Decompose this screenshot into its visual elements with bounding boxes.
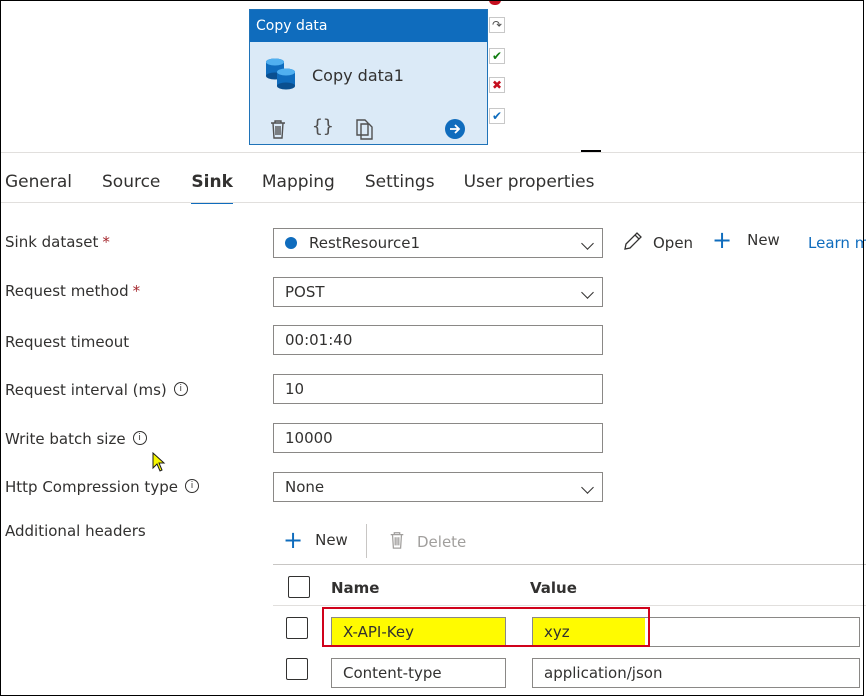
sink-dataset-select[interactable]: RestResource1 — [273, 228, 603, 258]
delete-icon — [388, 530, 406, 554]
table-header-divider — [273, 605, 866, 606]
mouse-cursor-icon — [152, 451, 166, 476]
add-header-button[interactable]: + New — [283, 526, 348, 554]
sink-dataset-label: Sink dataset * — [5, 233, 110, 251]
required-mark: * — [132, 282, 141, 300]
write-batch-size-input[interactable]: 10000 — [273, 423, 603, 453]
select-all-checkbox[interactable] — [288, 576, 310, 598]
header-name-input[interactable]: Content-type — [331, 658, 506, 688]
required-mark: * — [102, 233, 110, 251]
failure-x-icon[interactable]: ✖ — [489, 77, 505, 93]
learn-more-link[interactable]: Learn m — [808, 234, 866, 252]
request-timeout-input[interactable]: 00:01:40 — [273, 325, 603, 355]
toolbar-divider — [366, 524, 367, 558]
row-checkbox[interactable] — [286, 617, 308, 639]
dataset-icon — [285, 237, 297, 249]
new-dataset-button[interactable]: + New — [712, 226, 780, 254]
chevron-down-icon — [581, 481, 594, 494]
row-checkbox[interactable] — [286, 658, 308, 680]
copy-data-icon — [264, 56, 298, 94]
http-compression-select[interactable]: None — [273, 472, 603, 502]
activity-type-label: Copy data — [250, 10, 487, 42]
column-header-name: Name — [331, 579, 380, 597]
tab-settings[interactable]: Settings — [365, 160, 435, 202]
code-braces-icon[interactable]: {} — [312, 116, 334, 137]
pencil-icon — [622, 230, 644, 256]
write-batch-size-label: Write batch size i — [5, 430, 147, 448]
go-arrow-icon[interactable] — [445, 119, 465, 143]
chevron-down-icon — [581, 286, 594, 299]
request-timeout-label: Request timeout — [5, 333, 130, 351]
tab-user-properties[interactable]: User properties — [464, 160, 595, 202]
info-icon[interactable]: i — [184, 479, 199, 493]
success-check-icon[interactable]: ✔ — [489, 48, 505, 64]
tabs-divider — [0, 202, 866, 203]
properties-tabs: General Source Sink Mapping Settings Use… — [0, 160, 595, 204]
delete-header-button[interactable]: Delete — [388, 530, 466, 554]
completion-check-icon[interactable]: ✔ — [489, 108, 505, 124]
request-interval-input[interactable]: 10 — [273, 374, 603, 404]
tab-general[interactable]: General — [5, 160, 72, 202]
copy-activity-card[interactable]: Copy data Copy data1 {} — [249, 9, 488, 145]
plus-icon: + — [283, 526, 304, 554]
info-icon[interactable]: i — [173, 382, 188, 396]
info-icon[interactable]: i — [132, 431, 147, 445]
http-compression-label: Http Compression type i — [5, 478, 199, 496]
open-dataset-button[interactable]: Open — [622, 230, 693, 256]
request-interval-label: Request interval (ms) i — [5, 381, 188, 399]
delete-icon[interactable] — [268, 118, 288, 144]
chevron-down-icon — [581, 237, 594, 250]
request-method-label: Request method * — [5, 282, 141, 300]
tab-source[interactable]: Source — [102, 160, 160, 202]
activity-name: Copy data1 — [312, 65, 404, 85]
skip-icon[interactable]: ↷ — [489, 17, 505, 33]
table-top-border — [273, 564, 866, 565]
annotation-highlight-box — [322, 607, 650, 647]
request-method-select[interactable]: POST — [273, 277, 603, 307]
plus-icon: + — [712, 226, 733, 254]
tabs-top-divider — [0, 152, 866, 153]
copy-icon[interactable] — [354, 118, 374, 144]
column-header-value: Value — [530, 579, 577, 597]
header-value-input[interactable]: application/json — [532, 658, 860, 688]
error-indicator — [489, 0, 501, 5]
tab-sink[interactable]: Sink — [191, 160, 234, 204]
additional-headers-label: Additional headers — [5, 522, 146, 540]
tab-mapping[interactable]: Mapping — [262, 160, 335, 202]
